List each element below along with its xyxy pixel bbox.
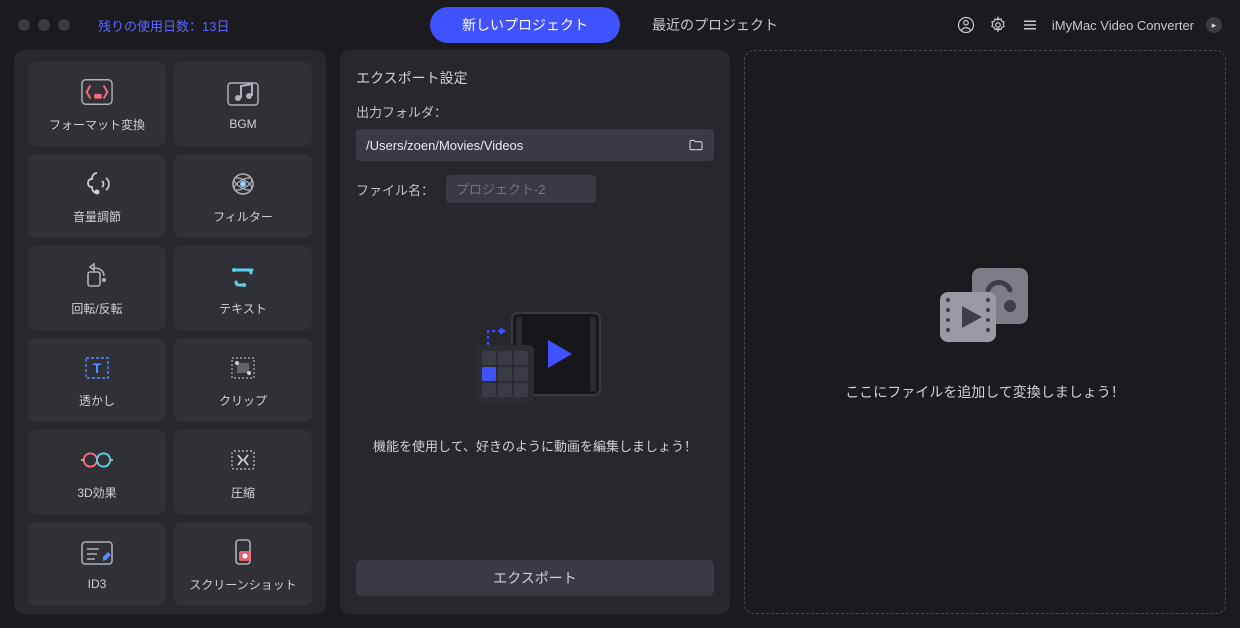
dropzone-illustration [930, 262, 1040, 352]
tool-label: 3D効果 [77, 484, 116, 501]
tool-label: 透かし [79, 392, 115, 409]
output-folder-path: /Users/zoen/Movies/Videos [366, 138, 523, 153]
tool-rotate[interactable]: 回転/反転 [28, 246, 166, 330]
browse-folder-icon[interactable] [688, 137, 704, 153]
filter-icon [227, 168, 259, 200]
window-controls [18, 19, 70, 31]
tool-label: テキスト [219, 300, 267, 317]
text-icon [227, 260, 259, 292]
tool-threed[interactable]: 3D効果 [28, 430, 166, 514]
tool-volume[interactable]: 音量調節 [28, 154, 166, 238]
menu-icon[interactable] [1020, 15, 1040, 35]
output-folder-label: 出力フォルダ： [356, 102, 714, 121]
tool-watermark[interactable]: T 透かし [28, 338, 166, 422]
tool-panel: フォーマット変換 BGM 音量調節 フィルター回転/反転 テキスト T 透かし クリップ 3D効… [14, 50, 326, 614]
tool-label: スクリーンショット [189, 576, 296, 593]
tab-new-project[interactable]: 新しいプロジェクト [430, 7, 620, 43]
tool-screenshot[interactable]: スクリーンショット [174, 522, 312, 606]
svg-text:T: T [93, 360, 102, 376]
threed-icon [81, 444, 113, 476]
tool-id3[interactable]: ID3 [28, 522, 166, 606]
close-window[interactable] [18, 19, 30, 31]
output-folder-field[interactable]: /Users/zoen/Movies/Videos [356, 129, 714, 161]
tool-format[interactable]: フォーマット変換 [28, 62, 166, 146]
compress-icon [227, 444, 259, 476]
volume-icon [81, 168, 113, 200]
minimize-window[interactable] [38, 19, 50, 31]
app-name: iMyMac Video Converter [1052, 18, 1194, 33]
titlebar: 残りの使用日数：13日 新しいプロジェクト 最近のプロジェクト iMyMac V… [0, 0, 1240, 50]
file-dropzone[interactable]: ここにファイルを追加して変換しましょう！ [744, 50, 1226, 614]
tool-label: クリップ [219, 392, 267, 409]
tool-label: BGM [229, 117, 256, 131]
export-button[interactable]: エクスポート [356, 560, 714, 596]
project-tabs: 新しいプロジェクト 最近のプロジェクト [430, 7, 810, 43]
filename-label: ファイル名： [356, 180, 434, 199]
trial-days-remaining: 残りの使用日数：13日 [98, 16, 229, 35]
settings-icon[interactable] [988, 15, 1008, 35]
rotate-icon [81, 260, 113, 292]
tool-text[interactable]: テキスト [174, 246, 312, 330]
tool-filter[interactable]: フィルター [174, 154, 312, 238]
id3-icon [81, 537, 113, 569]
tool-clip[interactable]: クリップ [174, 338, 312, 422]
clip-icon [227, 352, 259, 384]
export-section-title: エクスポート設定 [356, 68, 714, 88]
tab-recent-projects[interactable]: 最近のプロジェクト [620, 7, 810, 43]
play-badge-icon[interactable]: ▸ [1206, 17, 1222, 33]
bgm-icon [227, 77, 259, 109]
tool-compress[interactable]: 圧縮 [174, 430, 312, 514]
tool-bgm[interactable]: BGM [174, 62, 312, 146]
tool-label: フォーマット変換 [49, 116, 145, 133]
editor-hint-text: 機能を使用して、好きのように動画を編集しましょう！ [373, 437, 697, 458]
dropzone-text: ここにファイルを追加して変換しましょう！ [845, 382, 1125, 402]
tool-label: 回転/反転 [71, 300, 122, 317]
tool-label: 圧縮 [231, 484, 255, 501]
tool-label: フィルター [213, 208, 273, 225]
tool-label: 音量調節 [73, 208, 121, 225]
maximize-window[interactable] [58, 19, 70, 31]
tool-label: ID3 [88, 577, 107, 591]
filename-input[interactable] [446, 175, 596, 203]
export-panel: エクスポート設定 出力フォルダ： /Users/zoen/Movies/Vide… [340, 50, 730, 614]
watermark-icon: T [81, 352, 113, 384]
editor-illustration [460, 305, 610, 415]
screenshot-icon [227, 536, 259, 568]
format-icon [81, 76, 113, 108]
account-icon[interactable] [956, 15, 976, 35]
